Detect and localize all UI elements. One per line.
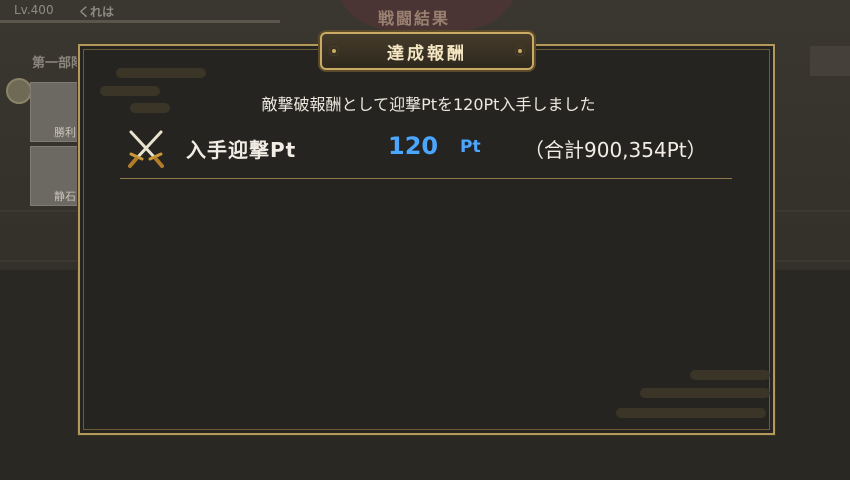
ornament-icon (329, 46, 339, 56)
divider (120, 178, 732, 179)
dialog-title: 達成報酬 (387, 43, 467, 64)
background-bow (810, 46, 850, 76)
screen-title: 戦闘結果 (378, 9, 451, 28)
reward-total: （合計900,354Pt） (524, 138, 707, 162)
player-name: くれは (78, 5, 115, 19)
reward-value: 120 (388, 132, 439, 160)
cloud-ornament (116, 68, 206, 78)
cloud-ornament (616, 408, 766, 418)
ornament-icon (515, 46, 525, 56)
reward-message: 敵撃破報酬として迎撃Ptを120Pt入手しました (261, 95, 596, 114)
section-label: 第一部隊 (32, 56, 85, 71)
player-name-bar (0, 20, 280, 23)
unit-emblem-icon (6, 78, 32, 104)
unit-card-label: 勝利 (54, 126, 76, 139)
unit-card-label: 静石 (54, 190, 76, 203)
dialog-title-plate: 達成報酬 (320, 32, 534, 70)
reward-unit: Pt (460, 137, 481, 157)
reward-dialog[interactable]: 達成報酬 敵撃破報酬として迎撃Ptを120Pt入手しました 入手迎撃Pt 120… (78, 32, 775, 435)
reward-row: 入手迎撃Pt 120 Pt （合計900,354Pt） (120, 124, 734, 176)
cloud-ornament (640, 388, 770, 398)
crossed-swords-icon (128, 130, 164, 168)
cloud-ornament (690, 370, 770, 380)
player-level: Lv.400 (14, 3, 54, 17)
reward-label: 入手迎撃Pt (186, 138, 297, 162)
